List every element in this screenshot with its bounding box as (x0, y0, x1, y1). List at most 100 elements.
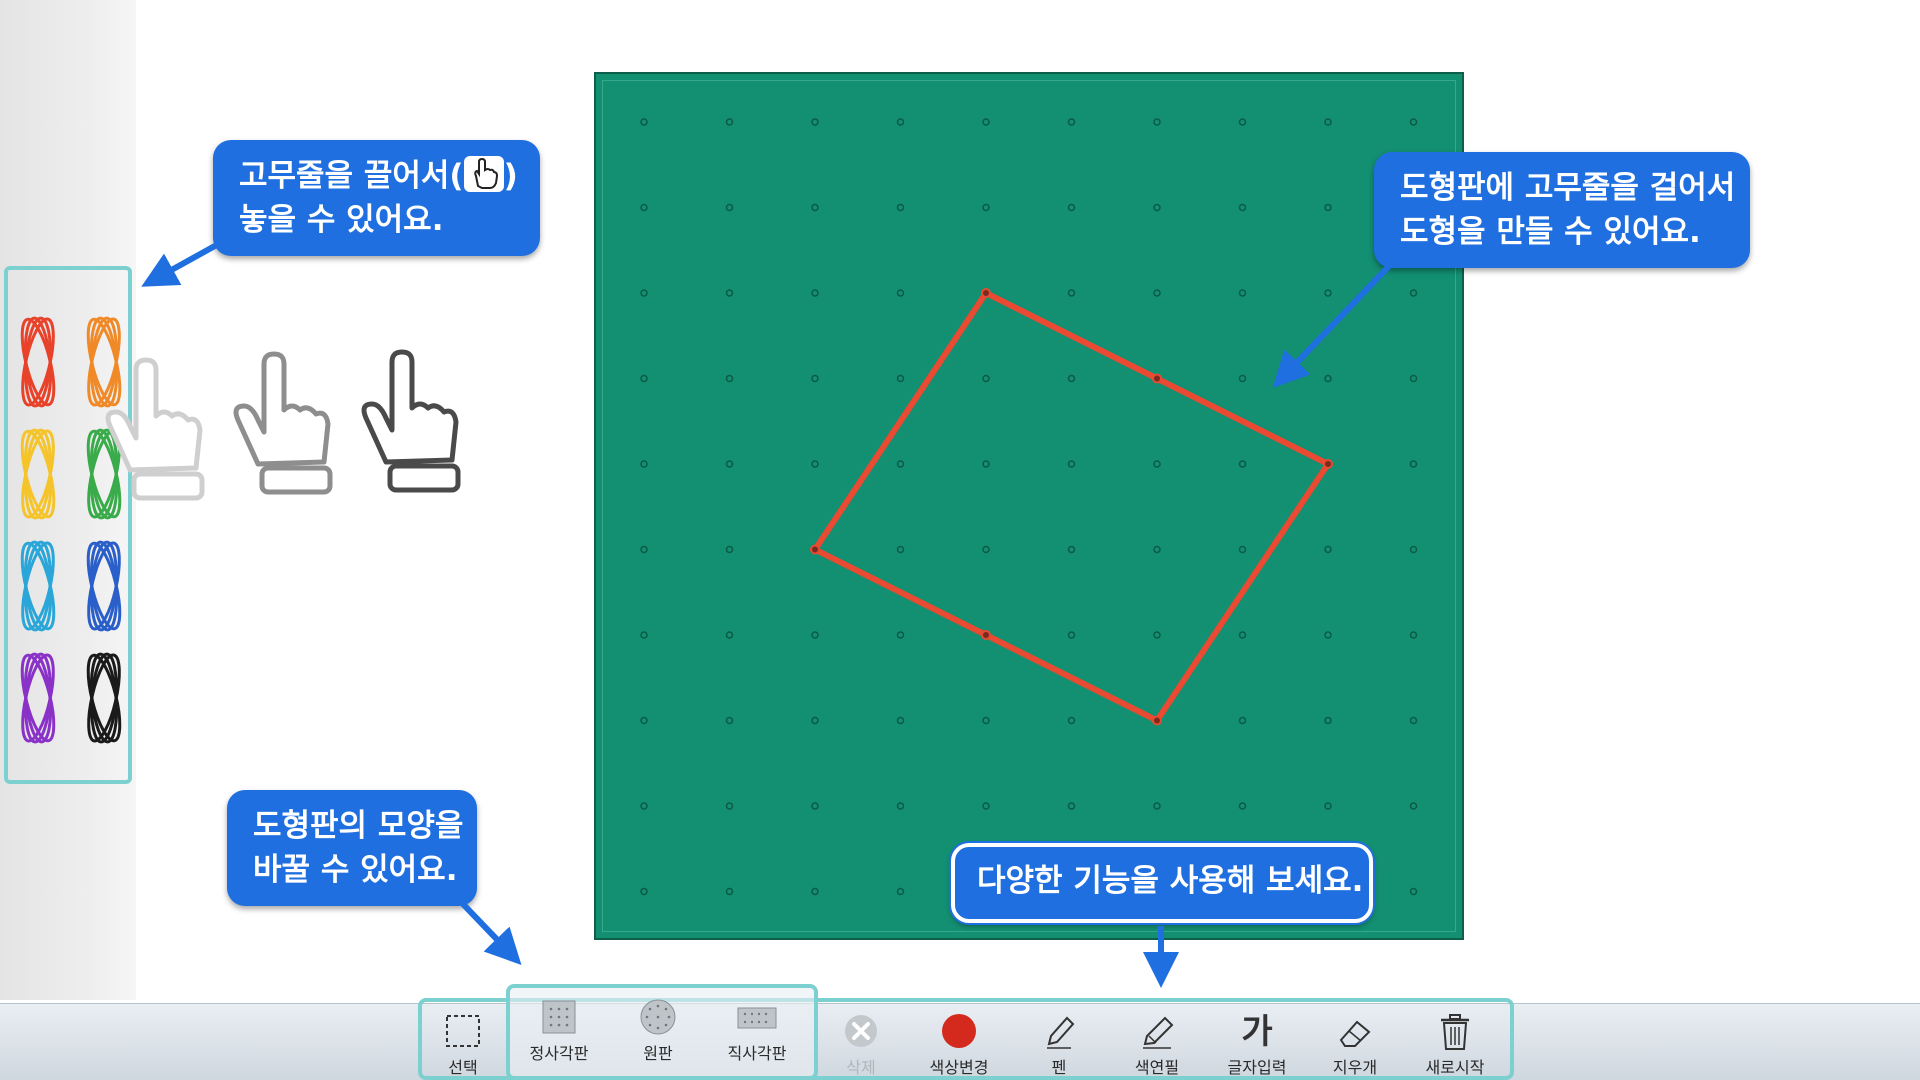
peg (1238, 203, 1247, 212)
callout-drag-text-1: 고무줄을 끌어서( (239, 158, 464, 194)
rubber-band-sky-blue[interactable] (10, 536, 66, 636)
peg (725, 289, 734, 297)
peg (1238, 289, 1247, 297)
pen-icon (1047, 1016, 1075, 1049)
peg (811, 374, 819, 383)
shape-peg[interactable] (810, 544, 820, 555)
peg (811, 118, 819, 126)
callout-make-shapes: 도형판에 고무줄을 걸어서 도형을 만들 수 있어요. (1374, 152, 1750, 268)
callout-change-text-1: 도형판의 모양을 (253, 808, 464, 844)
square-board-button[interactable]: 정사각판 (514, 990, 604, 1066)
peg (1153, 203, 1161, 212)
peg (1409, 716, 1418, 725)
peg (982, 118, 990, 126)
callout-drag-text-3: 놓을 수 있어요. (239, 202, 444, 238)
peg (1067, 716, 1076, 725)
peg (1153, 802, 1161, 810)
peg (640, 289, 648, 297)
callout-make-text-1: 도형판에 고무줄을 걸어서 (1400, 170, 1736, 206)
shape-peg[interactable] (981, 288, 991, 298)
peg (896, 460, 905, 468)
peg (1067, 118, 1076, 126)
callout-drag-bands: 고무줄을 끌어서( ) 놓을 수 있어요. (213, 140, 540, 256)
rubber-band-red[interactable] (10, 312, 66, 412)
peg (1238, 118, 1247, 126)
peg (1409, 887, 1418, 896)
pen-button[interactable]: 펜 (1014, 1004, 1104, 1080)
peg (896, 887, 905, 896)
rubber-band-black[interactable] (76, 648, 132, 748)
peg (1153, 460, 1161, 468)
rect-board-button[interactable]: 직사각판 (712, 990, 802, 1066)
select-button[interactable]: 선택 (418, 1004, 508, 1080)
eraser-icon (1339, 1020, 1371, 1047)
rubber-band-yellow[interactable] (10, 424, 66, 524)
peg (640, 460, 648, 468)
color-pencil-icon (1143, 1016, 1174, 1049)
shape-peg[interactable] (1152, 715, 1162, 726)
text-input-button[interactable]: 가 글자입력 (1212, 1004, 1302, 1080)
peg (811, 887, 819, 896)
peg (982, 802, 990, 810)
peg (725, 802, 734, 810)
callout-features-text: 다양한 기능을 사용해 보세요. (977, 863, 1364, 899)
peg (1324, 118, 1332, 126)
peg (1324, 374, 1332, 383)
callout-use-features: 다양한 기능을 사용해 보세요. (951, 843, 1373, 923)
text-input-label: 글자입력 (1227, 1058, 1287, 1077)
circle-board-button[interactable]: 원판 (613, 990, 703, 1066)
peg (982, 716, 990, 725)
callout-change-board: 도형판의 모양을 바꿀 수 있어요. (227, 790, 477, 906)
peg (640, 203, 648, 212)
rubber-band-blue[interactable] (76, 536, 132, 636)
peg (1067, 289, 1076, 297)
peg (896, 716, 905, 725)
trash-icon (1441, 1014, 1469, 1050)
callout-make-text-2: 도형을 만들 수 있어요. (1400, 214, 1701, 250)
peg (1067, 203, 1076, 212)
pen-label: 펜 (1051, 1058, 1067, 1077)
peg (725, 716, 734, 725)
peg (1238, 802, 1247, 810)
peg (1324, 802, 1332, 810)
peg (896, 289, 905, 297)
rubber-band-purple[interactable] (10, 648, 66, 748)
rubber-band-green[interactable] (76, 424, 132, 524)
restart-button[interactable]: 새로시작 (1410, 1004, 1500, 1080)
peg (896, 118, 905, 126)
eraser-button[interactable]: 지우개 (1310, 1004, 1400, 1080)
peg (725, 203, 734, 212)
peg (640, 545, 648, 554)
shape-peg[interactable] (1323, 459, 1333, 469)
peg (1409, 374, 1418, 383)
pointer-hand-icon (463, 156, 504, 192)
geoboard-canvas[interactable] (596, 74, 1462, 938)
peg (1067, 460, 1076, 468)
geoboard[interactable] (594, 72, 1464, 940)
change-color-button[interactable]: 색상변경 (914, 1004, 1004, 1080)
peg (1409, 545, 1418, 554)
select-icon (446, 1015, 480, 1047)
change-color-label: 색상변경 (929, 1058, 989, 1077)
peg (811, 631, 819, 639)
peg (896, 374, 905, 383)
text-icon: 가 (1241, 1012, 1273, 1052)
rubber-band-shape[interactable] (812, 290, 1331, 724)
shape-peg[interactable] (1152, 373, 1162, 384)
shape-peg[interactable] (981, 630, 991, 640)
delete-icon (845, 1015, 877, 1047)
eraser-label: 지우개 (1332, 1058, 1378, 1077)
peg (896, 545, 905, 554)
peg (725, 545, 734, 554)
peg (1238, 631, 1247, 639)
restart-label: 새로시작 (1425, 1058, 1485, 1077)
rubber-band-orange[interactable] (76, 312, 132, 412)
callout-drag-text-2: ) (503, 158, 518, 194)
delete-button[interactable]: 삭제 (816, 1004, 906, 1080)
peg (1324, 631, 1332, 639)
peg (982, 460, 990, 468)
circle-board-icon (640, 999, 676, 1035)
color-dot-icon (942, 1014, 976, 1048)
color-pencil-button[interactable]: 색연필 (1112, 1004, 1202, 1080)
peg (811, 460, 819, 468)
